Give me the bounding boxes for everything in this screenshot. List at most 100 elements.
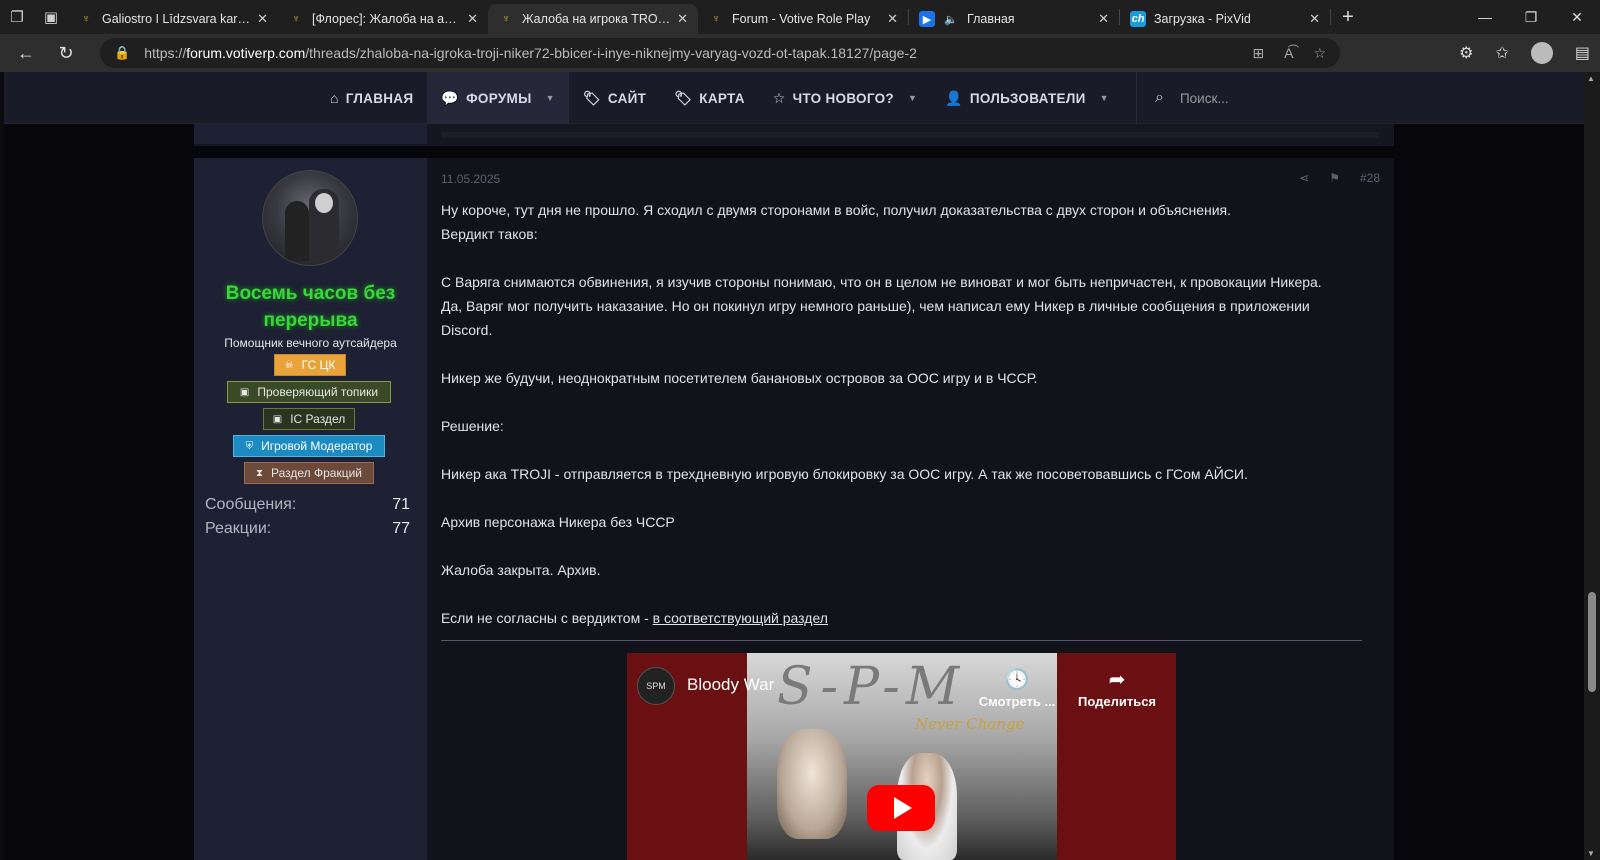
close-window-icon[interactable]: ✕ (1554, 0, 1600, 34)
extensions-icon[interactable]: ⚙ (1459, 43, 1473, 63)
apps-icon[interactable]: ⊞ (1252, 45, 1264, 62)
browser-tab-2[interactable]: ♆ [Флорес]: Жалоба на админ ✕ (278, 4, 488, 34)
nav-site[interactable]: 🏷 САЙТ (569, 72, 660, 124)
new-tab-button[interactable]: + (1331, 0, 1365, 34)
lock-icon[interactable]: 🔒 (114, 45, 130, 61)
post-number[interactable]: #28 (1360, 171, 1380, 185)
tag-icon: 🏷 (582, 89, 601, 106)
close-tab-icon[interactable]: ✕ (1098, 11, 1109, 27)
nav-home[interactable]: ⌂ ГЛАВНАЯ (316, 72, 427, 124)
ch-favicon-icon: ch (1130, 11, 1146, 27)
post-paragraph: Если не согласны с вердиктом - в соответ… (441, 606, 1376, 630)
username-line: перерыва (263, 310, 358, 331)
skull-icon: ☠ (284, 359, 294, 371)
favorites-icon[interactable]: ✩ (1495, 43, 1508, 63)
minimize-icon[interactable]: — (1462, 0, 1508, 34)
stat-reactions: Реакции: 77 (205, 520, 410, 538)
video-title[interactable]: Bloody War (687, 675, 774, 695)
close-tab-icon[interactable]: ✕ (677, 11, 688, 27)
speaker-icon[interactable]: 🔈 (943, 11, 959, 27)
tab-title: Главная (967, 12, 1015, 26)
browser-tab-1[interactable]: ♆ Galiostro I Līdzsvara kari | Стр ✕ (68, 4, 278, 34)
stat-value: 77 (392, 520, 410, 537)
nav-items: ⌂ ГЛАВНАЯ 💬 ФОРУМЫ ▼ 🏷 САЙТ 🏷 КАРТА ☆ ЧТ… (316, 72, 1123, 124)
address-bar[interactable]: 🔒 https://forum.votiverp.com/threads/zha… (100, 38, 1340, 68)
scroll-down-icon[interactable]: ▼ (1587, 849, 1595, 858)
post-paragraph: Жалоба закрыта. Архив. (441, 562, 601, 578)
stat-label: Сообщения: (205, 496, 297, 513)
shield-icon: ⛨ (245, 440, 254, 452)
forum-favicon-icon: ♆ (291, 13, 301, 25)
scroll-up-icon[interactable]: ▲ (1587, 74, 1595, 83)
username[interactable]: Восемь часов без перерыва (194, 280, 427, 334)
previous-post-fragment (194, 124, 1394, 146)
avatar-mask (315, 193, 333, 213)
nav-label: КАРТА (699, 90, 745, 106)
tag-icon: 🏷 (674, 89, 693, 106)
previous-post-bottom (441, 132, 1379, 138)
toolbar-right: ⚙ ✩ ▤ (1459, 34, 1590, 72)
browser-tab-bar: ❐ ▣ ♆ Galiostro I Līdzsvara kari | Стр ✕… (0, 0, 1600, 34)
read-aloud-icon[interactable]: A͡ (1284, 45, 1293, 62)
address-bar-actions: ⊞ A͡ ☆ (1252, 45, 1326, 62)
browser-tab-4[interactable]: ♆ Forum - Votive Role Play ✕ (698, 4, 908, 34)
close-tab-icon[interactable]: ✕ (887, 11, 898, 27)
tab-title: Загрузка - PixVid (1154, 12, 1251, 26)
back-icon[interactable]: ← (8, 35, 44, 71)
page-scrollbar[interactable]: ▲ ▼ (1584, 72, 1600, 860)
avatar[interactable] (262, 170, 358, 266)
forum-post: Восемь часов без перерыва Помощник вечно… (194, 158, 1394, 860)
browser-tab-5[interactable]: ▶ 🔈 Главная ✕ (909, 4, 1119, 34)
workspaces-icon[interactable]: ❐ (0, 0, 34, 34)
close-tab-icon[interactable]: ✕ (1309, 11, 1320, 27)
close-tab-icon[interactable]: ✕ (467, 11, 478, 27)
close-tab-icon[interactable]: ✕ (257, 11, 268, 27)
avatar-figure (285, 201, 309, 261)
channel-logo[interactable]: SPM (637, 667, 675, 705)
reload-icon[interactable]: ↻ (48, 35, 84, 71)
post-actions: ⋖ ⚑ #28 (1299, 171, 1380, 185)
nav-label: ФОРУМЫ (466, 90, 532, 106)
share-label: Поделиться (1077, 694, 1157, 709)
user-badge: ⧗ Раздел Фракций (244, 462, 374, 484)
restore-icon[interactable]: ❐ (1508, 0, 1554, 34)
post-paragraph: Ну короче, тут дня не прошло. Я сходил с… (441, 202, 1232, 218)
user-badge: ▣ IC Раздел (263, 408, 355, 430)
star-icon: ☆ (772, 89, 786, 106)
vertical-tabs-icon[interactable]: ▣ (34, 0, 68, 34)
share-icon[interactable]: ⋖ (1299, 171, 1309, 185)
user-title: Помощник вечного аутсайдера (224, 336, 397, 350)
nav-users[interactable]: 👤 ПОЛЬЗОВАТЕЛИ ▼ (931, 72, 1123, 124)
post-date[interactable]: 11.05.2025 (441, 172, 500, 186)
id-card-icon: ▣ (239, 386, 250, 398)
post-body: Ну короче, тут дня не прошло. Я сходил с… (441, 198, 1376, 630)
chevron-down-icon[interactable]: ▼ (546, 93, 555, 103)
profile-avatar-icon[interactable] (1530, 42, 1553, 64)
chevron-down-icon[interactable]: ▼ (1100, 93, 1109, 103)
section-link[interactable]: в соответствующий раздел (653, 610, 828, 626)
window-controls: — ❐ ✕ (1462, 0, 1600, 34)
share-button[interactable]: ➦ Поделиться (1072, 667, 1162, 709)
badge-label: Раздел Фракций (271, 466, 363, 480)
youtube-embed[interactable]: S-P-M Never Change SPM Bloody War 🕓 Смот… (627, 653, 1176, 860)
tab-title: Forum - Votive Role Play (732, 12, 871, 26)
browser-tab-3-active[interactable]: ♆ Жалоба на игрока TROJI(Nik ✕ (488, 4, 698, 34)
sidebar-icon[interactable]: ▤ (1575, 43, 1590, 63)
forum-navigation: ⌂ ГЛАВНАЯ 💬 ФОРУМЫ ▼ 🏷 САЙТ 🏷 КАРТА ☆ ЧТ… (4, 72, 1584, 124)
play-button[interactable] (867, 785, 935, 831)
bookmark-icon[interactable]: ⚑ (1329, 171, 1340, 185)
nav-forums[interactable]: 💬 ФОРУМЫ ▼ (427, 72, 569, 124)
stat-value: 71 (392, 496, 410, 513)
nav-whats-new[interactable]: ☆ ЧТО НОВОГО? ▼ (759, 72, 931, 124)
browser-tab-6[interactable]: ch Загрузка - PixVid ✕ (1120, 4, 1330, 34)
home-icon: ⌂ (330, 90, 339, 106)
favorite-star-icon[interactable]: ☆ (1313, 45, 1326, 62)
user-badge: ▣ Проверяющий топики (227, 381, 391, 403)
watch-later-button[interactable]: 🕓 Смотреть ... (977, 667, 1057, 709)
forum-search[interactable]: ⌕ Поиск... (1136, 72, 1576, 124)
nav-map[interactable]: 🏷 КАРТА (660, 72, 759, 124)
search-placeholder: Поиск... (1179, 90, 1229, 106)
scrollbar-thumb[interactable] (1588, 592, 1596, 692)
play-icon (894, 797, 912, 819)
chevron-down-icon[interactable]: ▼ (908, 93, 917, 103)
